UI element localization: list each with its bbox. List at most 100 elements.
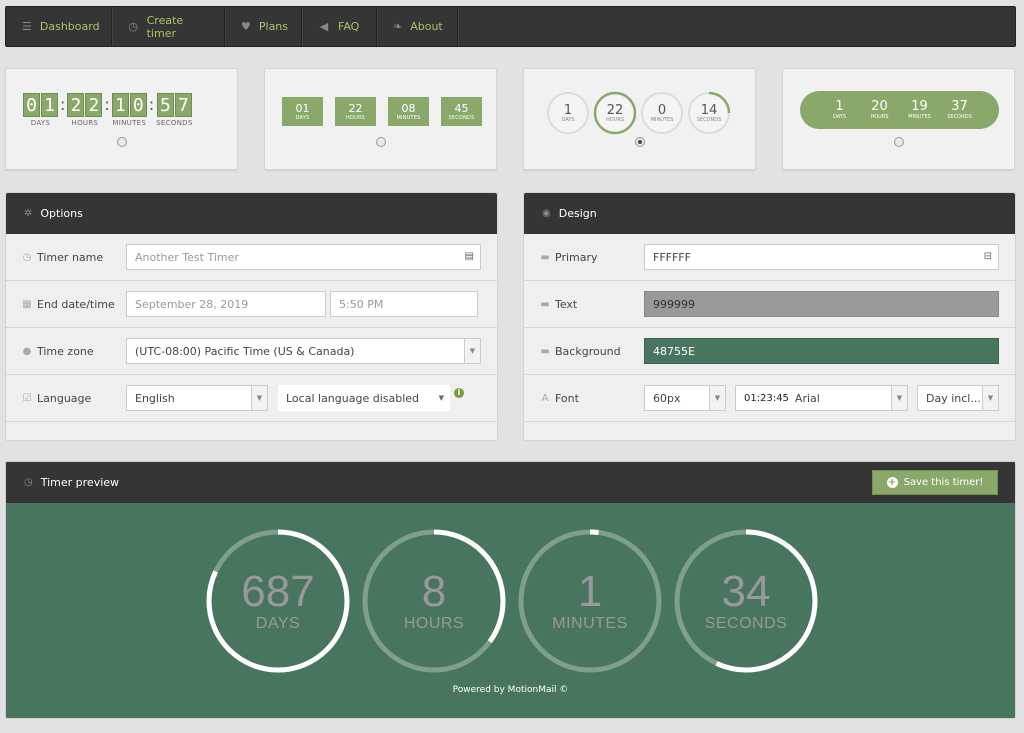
flip-label: DAYS [30, 119, 51, 127]
language-select[interactable]: English ▼ [126, 385, 268, 411]
box-label: MINUTES [396, 114, 421, 121]
contact-card-icon: ▤ [464, 251, 474, 262]
language-label-text: Language [37, 391, 92, 405]
end-date-input[interactable]: September 28, 2019 [126, 291, 326, 317]
pill-unit: 20 HOURS [867, 100, 893, 121]
theme-radio-flip[interactable] [116, 137, 127, 147]
theme-card-boxes[interactable]: 01 DAYS 22 HOURS 08 MINUTES 45 SECONDS [264, 68, 497, 170]
nav-create-timer-label: Create timer [146, 13, 184, 40]
background-label: ▬ Background [540, 344, 621, 358]
circle-unit: 22 HOURS [593, 91, 637, 135]
primary-color-value: FFFFFF [653, 250, 691, 264]
preview-header: ◷ Timer preview + Save this timer! [6, 462, 1015, 503]
theme-radio-boxes[interactable] [375, 137, 386, 147]
font-family-select[interactable]: 01:23:45 Arial ▼ [735, 385, 908, 411]
chevron-down-icon: ▼ [251, 386, 267, 410]
theme-card-circles[interactable]: 1 DAYS 22 HOURS 0 MINUTES 14 SECONDS [523, 68, 756, 170]
text-color-label-text: Text [555, 297, 578, 311]
design-panel: ◉ Design ▬ Primary FFFFFF ⊟ ▬ Text 999999 ▬ B… [523, 192, 1016, 441]
box-unit: 08 MINUTES [388, 97, 429, 126]
box-label: SECONDS [448, 114, 475, 121]
timer-name-row: ◷ Timer name Another Test Timer ▤ [6, 234, 497, 281]
font-size-value: 60px [653, 391, 681, 405]
theme-radio-circles[interactable] [634, 137, 645, 147]
theme-radio-pill[interactable] [893, 137, 904, 147]
plus-circle-icon: + [886, 477, 898, 488]
nav-plans-label: Plans [258, 20, 289, 33]
preview-label: SECONDS [704, 615, 788, 632]
background-color-input[interactable]: 48755E [644, 338, 999, 364]
options-header: ✲ Options [6, 193, 497, 234]
local-language-select[interactable]: Local language disabled ▼ [278, 385, 450, 411]
flip-digit: 0 [129, 93, 147, 117]
end-date-label-text: End date/time [37, 297, 115, 311]
pill-unit: 37 SECONDS [947, 100, 973, 121]
end-date-row: ▦ End date/time September 28, 2019 5:50 P… [6, 281, 497, 328]
day-format-value: Day incl... [926, 391, 981, 405]
day-format-select[interactable]: Day incl... ▼ [917, 385, 999, 411]
timer-preview-panel: ◷ Timer preview + Save this timer! 687 DAYS… [5, 461, 1016, 719]
flip-digit: 2 [67, 93, 85, 117]
background-color-value: 48755E [653, 344, 695, 358]
circle-unit: 1 DAYS [546, 91, 590, 135]
primary-label: ▬ Primary [540, 251, 597, 264]
flip-counter: 0 1 DAYS : 2 2 HOURS : 1 0 MINUTES : 5 7 SECONDS [23, 93, 193, 127]
flip-colon: : [60, 95, 66, 114]
leaf-icon: ❧ [393, 20, 403, 33]
save-timer-button[interactable]: + Save this timer! [872, 470, 998, 495]
chevron-down-icon: ▼ [709, 386, 725, 410]
nav-faq[interactable]: ◀ FAQ [302, 7, 377, 46]
flip-digit: 1 [111, 93, 129, 117]
flip-unit-days: 0 1 DAYS [23, 93, 58, 127]
time-zone-label: ● Time zone [22, 345, 94, 358]
text-color-input[interactable]: 999999 [644, 291, 999, 317]
text-color-row: ▬ Text 999999 [524, 281, 1015, 328]
circle-unit: 0 MINUTES [640, 91, 684, 135]
flip-digit: 1 [41, 93, 58, 117]
primary-color-input[interactable]: FFFFFF ⊟ [644, 244, 999, 270]
circle-counter: 1 DAYS 22 HOURS 0 MINUTES 14 SECONDS [546, 91, 731, 135]
flip-unit-minutes: 1 0 MINUTES [111, 93, 147, 127]
nav-dashboard[interactable]: ☰ Dashboard [6, 7, 112, 46]
font-size-select[interactable]: 60px ▼ [644, 385, 726, 411]
timer-name-input[interactable]: Another Test Timer ▤ [126, 244, 481, 270]
nav-plans[interactable]: ♥ Plans [225, 7, 302, 46]
chevron-down-icon: ▼ [464, 339, 480, 363]
chevron-down-icon: ▼ [438, 394, 444, 402]
language-row: ☑ Language English ▼ Local language disabl… [6, 375, 497, 422]
info-icon[interactable]: i [454, 388, 464, 398]
preview-unit-hours: 8 HOURS [360, 527, 508, 675]
language-value: English [135, 391, 175, 405]
flip-digit: 2 [85, 93, 103, 117]
pill-label: SECONDS [947, 114, 972, 120]
theme-card-flip[interactable]: 0 1 DAYS : 2 2 HOURS : 1 0 MINUTES : 5 7 SECONDS [5, 68, 238, 170]
box-unit: 45 SECONDS [441, 97, 482, 126]
font-family-value: Arial [794, 391, 820, 405]
preview-counter: 687 DAYS 8 HOURS 1 MINUTES 34 SECONDS [204, 527, 820, 675]
nav-about[interactable]: ❧ About [377, 7, 458, 46]
flip-digit: 5 [156, 93, 174, 117]
box-unit: 01 DAYS [282, 97, 323, 126]
nav-create-timer[interactable]: ◷ Create timer [112, 7, 225, 46]
background-label-text: Background [555, 344, 621, 358]
end-time-value: 5:50 PM [339, 297, 384, 311]
flip-digit: 7 [174, 93, 192, 117]
circle-value: 22 [606, 102, 624, 118]
end-time-input[interactable]: 5:50 PM [330, 291, 478, 317]
circle-value: 14 [700, 102, 718, 118]
pill-value: 19 [911, 99, 928, 114]
chevron-down-icon: ▼ [982, 386, 998, 410]
end-date-value: September 28, 2019 [135, 297, 249, 311]
swatch-icon: ▬ [540, 251, 550, 263]
preview-unit-seconds: 34 SECONDS [672, 527, 820, 675]
pill-unit: 1 DAYS [827, 100, 853, 121]
theme-card-pill[interactable]: 1 DAYS 20 HOURS 19 MINUTES 37 SECONDS [782, 68, 1015, 170]
preview-value: 1 [577, 567, 603, 616]
nav-faq-label: FAQ [338, 20, 360, 33]
flip-colon: : [148, 95, 155, 114]
flip-unit-seconds: 5 7 SECONDS [156, 93, 192, 127]
options-title: Options [40, 207, 83, 220]
time-zone-select[interactable]: (UTC-08:00) Pacific Time (US & Canada) ▼ [126, 338, 481, 364]
calendar-icon: ▦ [22, 298, 32, 310]
flip-label: MINUTES [112, 119, 147, 127]
